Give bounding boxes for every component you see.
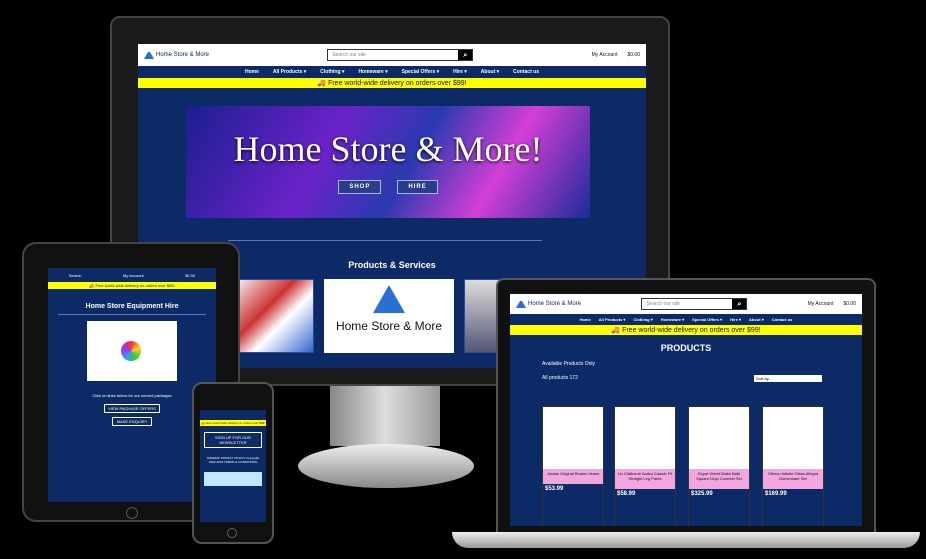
nav-contact[interactable]: Contact us [772, 317, 793, 322]
promo-banner: 🚚 Free world-wide delivery on orders ove… [510, 325, 862, 335]
promo-banner: 🚚 Free world-wide delivery on orders ove… [138, 78, 646, 88]
products-heading: PRODUCTS [660, 343, 712, 353]
cart-label[interactable]: $0.00 [185, 273, 195, 278]
nav-contact[interactable]: Contact us [513, 69, 539, 75]
product-name: Liz Claiborne Audra Classic Fit Straight… [617, 471, 673, 481]
logo-text: Home Store & More [528, 301, 582, 307]
product-card[interactable]: Liz Claiborne Audra Classic Fit Straight… [614, 406, 676, 526]
account-label[interactable]: My Account [123, 273, 144, 278]
account-area: My Account $0.00 [592, 52, 640, 58]
nav-special-offers[interactable]: Special Offers ▾ [692, 317, 722, 322]
product-image [763, 407, 823, 469]
product-name: Gibson Infinite Glass Allegra Dinnerware… [767, 471, 819, 481]
brand-card[interactable]: Home Store & More [324, 279, 454, 353]
hero-banner: Home Store & More! SHOP HIRE [186, 106, 590, 218]
hero-title: Home Store & More! [233, 129, 543, 169]
logo-icon [144, 51, 154, 59]
device-showcase: Home Store & More Search our site ⌕ My Ac… [0, 0, 926, 559]
laptop-screen: Home Store & More Search our site ⌕ My Ac… [510, 294, 862, 526]
nav-all-products[interactable]: All Products ▾ [273, 69, 306, 75]
logo-icon [373, 285, 405, 313]
search-input[interactable]: Search our site [328, 50, 458, 60]
nav-homeware[interactable]: Homeware ▾ [661, 317, 684, 322]
nav-about[interactable]: About ▾ [749, 317, 764, 322]
home-button[interactable] [126, 507, 138, 519]
color-wheel-icon [121, 341, 141, 361]
laptop-base [452, 532, 920, 548]
nav-hire[interactable]: Hire ▾ [453, 69, 467, 75]
tablet-header: Search My Account $0.00 [48, 268, 216, 282]
product-card[interactable]: Jordan Original Boston Jeans $53.99 [542, 406, 604, 526]
laptop-device: Home Store & More Search our site ⌕ My Ac… [496, 278, 876, 534]
product-toolbar: All products 172 Sort by... [542, 375, 822, 382]
newsletter-signup[interactable]: SIGN UP FOR OUR NEWSLETTER [204, 432, 262, 448]
nav-about[interactable]: About ▾ [481, 69, 499, 75]
make-enquiry-button[interactable]: MAKE ENQUIRY [112, 417, 152, 426]
brand-card-text: Home Store & More [335, 319, 443, 333]
search-box[interactable]: Search our site ⌕ [641, 298, 748, 310]
logo-text: Home Store & More [156, 52, 210, 58]
equipment-image [87, 321, 177, 381]
site-logo[interactable]: Home Store & More [144, 51, 209, 59]
nav-clothing[interactable]: Clothing ▾ [633, 317, 652, 322]
nav-clothing[interactable]: Clothing ▾ [320, 69, 344, 75]
home-button[interactable] [227, 528, 237, 538]
search-input[interactable]: Search our site [642, 299, 732, 309]
cart-total[interactable]: $0.00 [627, 52, 640, 58]
account-link[interactable]: My Account [592, 52, 618, 58]
nav-hire[interactable]: Hire ▾ [730, 317, 741, 322]
search-label[interactable]: Search [69, 273, 82, 278]
promo-banner: 🚚 Free world-wide delivery on orders ove… [48, 282, 216, 289]
product-name: Royal Velvet Make Bath Square Drop Cover… [696, 471, 742, 481]
tablet-title: Home Store Equipment Hire [58, 303, 206, 315]
available-toggle[interactable]: Available Products Only [542, 361, 862, 367]
nav-home[interactable]: Home [580, 317, 591, 322]
product-price: $58.99 [615, 489, 675, 526]
tablet-blurb: Click on links below for our current pac… [92, 393, 172, 398]
site-header: Home Store & More Search our site ⌕ My Ac… [510, 294, 862, 314]
nav-home[interactable]: Home [245, 69, 259, 75]
monitor-base [298, 444, 474, 488]
product-price: $325.99 [689, 489, 749, 526]
product-count: All products 172 [542, 375, 578, 381]
product-image [615, 407, 675, 469]
divider [228, 240, 542, 241]
main-nav: Home All Products ▾ Clothing ▾ Homeware … [138, 66, 646, 78]
view-packages-button[interactable]: VIEW PACKAGE OFFERS [104, 404, 160, 413]
cart-total[interactable]: $0.00 [843, 301, 856, 307]
product-image [689, 407, 749, 469]
search-box[interactable]: Search our site ⌕ [327, 49, 474, 61]
nav-special-offers[interactable]: Special Offers ▾ [402, 69, 440, 75]
product-image [543, 407, 603, 469]
phone-device: 🚚 Free world-wide delivery on orders ove… [192, 382, 274, 544]
service-card[interactable] [234, 279, 314, 353]
footer-links[interactable]: SITEMAP PRIVACY POLICY Copyright 2022-20… [204, 456, 262, 464]
site-logo[interactable]: Home Store & More [516, 300, 581, 308]
sort-select[interactable]: Sort by... [754, 375, 822, 382]
search-icon[interactable]: ⌕ [732, 299, 747, 309]
site-header: Home Store & More Search our site ⌕ My Ac… [138, 44, 646, 66]
nav-all-products[interactable]: All Products ▾ [599, 317, 626, 322]
nav-homeware[interactable]: Homeware ▾ [358, 69, 387, 75]
product-name: Jordan Original Boston Jeans [546, 471, 600, 476]
search-icon[interactable]: ⌕ [458, 50, 473, 60]
product-price: $169.99 [763, 489, 823, 526]
social-bar [204, 472, 262, 486]
shop-button[interactable]: SHOP [338, 180, 382, 194]
logo-icon [516, 300, 526, 308]
tablet-screen: Search My Account $0.00 🚚 Free world-wid… [48, 268, 216, 502]
hire-button[interactable]: HIRE [397, 180, 438, 194]
account-area: My Account $0.00 [808, 301, 856, 307]
phone-screen: 🚚 Free world-wide delivery on orders ove… [200, 410, 266, 522]
promo-banner: 🚚 Free world-wide delivery on orders ove… [200, 420, 266, 426]
monitor-stand [330, 386, 440, 446]
product-card[interactable]: Royal Velvet Make Bath Square Drop Cover… [688, 406, 750, 526]
product-card[interactable]: Gibson Infinite Glass Allegra Dinnerware… [762, 406, 824, 526]
account-link[interactable]: My Account [808, 301, 834, 307]
main-nav: Home All Products ▾ Clothing ▾ Homeware … [510, 314, 862, 325]
product-price: $53.99 [543, 484, 603, 526]
